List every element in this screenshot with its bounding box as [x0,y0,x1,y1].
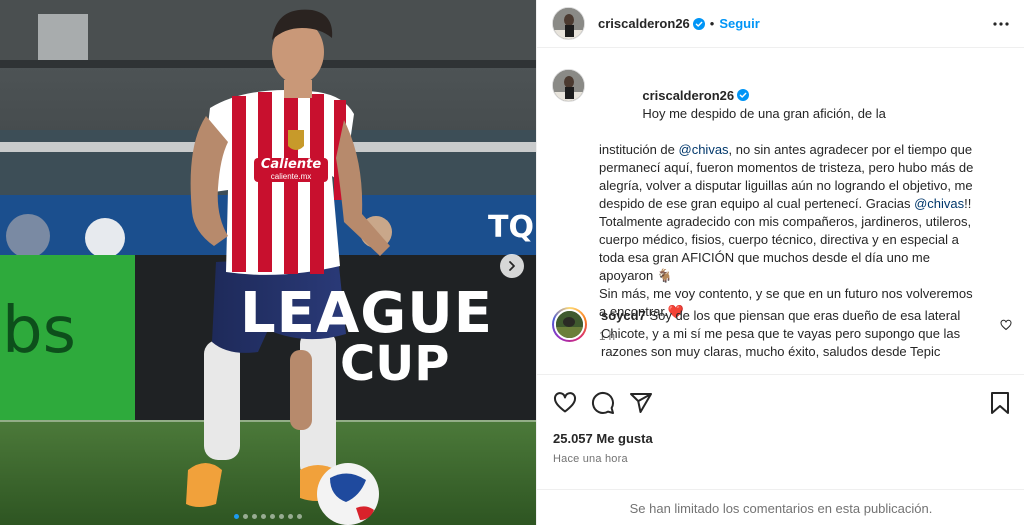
mention-chivas-link[interactable]: @chivas [679,142,729,157]
carousel-dot [297,514,302,519]
caption-line-5b: !! [964,196,972,211]
post-photo [0,0,536,525]
header-separator: • [709,16,715,31]
verified-badge-icon [737,89,750,101]
caption-line-6: Totalmente agradecido con mis compañeros… [599,214,972,229]
post-media[interactable]: Caliente caliente.mx LEAGUE CUP bs TQ [0,0,536,525]
action-icons [553,391,653,415]
caption-line-10: Sin más, me voy contento, y se que en un… [599,286,973,301]
comment-like-heart-icon[interactable] [1000,319,1012,331]
instagram-post-dialog: Caliente caliente.mx LEAGUE CUP bs TQ cr… [0,0,1024,525]
ad-board-left: bs [2,294,76,368]
ad-board-top: TQ [488,210,534,245]
avatar-image [553,8,584,39]
caption-username[interactable]: criscalderon26 [642,88,734,103]
like-heart-icon[interactable] [553,391,577,415]
comment-line-2: Chicote, y a mi sí me pesa que te vayas … [601,326,961,341]
ad-board-league: LEAGUE [240,281,493,346]
caption: criscalderon26 Hoy me despido de una gra… [552,69,1012,346]
carousel-dot [270,514,275,519]
avatar-image [556,311,583,338]
chevron-right-icon [509,261,515,271]
carousel-dot [261,514,266,519]
share-send-icon[interactable] [629,391,653,415]
avatar-image [553,70,584,101]
caption-line-2: institución de [599,142,679,157]
comment-text: soycd7 Soy de los que piensan que eras d… [601,307,981,361]
post-side-panel: criscalderon26 • Seguir criscalderon26 H… [536,0,1024,525]
post-timestamp[interactable]: Hace una hora [553,453,628,465]
comment-line-3: razones son muy claras, mucho éxito, sal… [601,344,941,359]
next-image-button[interactable] [500,254,524,278]
commenter-avatar-ring[interactable] [552,307,587,342]
author-username[interactable]: criscalderon26 [598,16,690,31]
carousel-dot [279,514,284,519]
caption-line-8: toda esa gran AFICIÓN que muchos desde e… [599,250,930,265]
caption-line-2b: , no sin antes agradecer por el tiempo q… [728,142,973,157]
carousel-dots [0,514,536,519]
author-avatar[interactable] [552,7,585,40]
comments-area[interactable]: criscalderon26 Hoy me despido de una gra… [537,49,1024,374]
verified-badge-icon [692,17,705,30]
likes-count[interactable]: 25.057 Me gusta [553,431,653,446]
jersey-sponsor-sub: caliente.mx [270,172,312,181]
comments-limited-notice: Se han limitado los comentarios en esta … [537,489,1024,525]
follow-button[interactable]: Seguir [719,16,759,31]
ad-board-cup: CUP [340,336,450,392]
carousel-dot [288,514,293,519]
caption-line-4: alegría, volver a disputar liguillas aún… [599,178,973,193]
caption-line-1: Hoy me despido de una gran afición, de l… [642,106,886,121]
carousel-dot-active [234,514,239,519]
post-header: criscalderon26 • Seguir [537,0,1024,48]
caption-line-7: cuerpo médico, fisios, cuerpo técnico, d… [599,232,959,247]
caption-line-3: permanecí aquí, fueron momentos de trist… [599,160,974,175]
commenter-username[interactable]: soycd7 [601,308,646,323]
commenter-avatar [554,309,585,340]
caption-line-5: despido de ese gran equipo al cual perte… [599,196,915,211]
comment-line-1: Soy de los que piensan que eras dueño de… [649,308,961,323]
mention-chivas-link-2[interactable]: @chivas [914,196,964,211]
post-actions: 25.057 Me gusta Hace una hora Se han lim… [537,374,1024,525]
caption-line-9: apoyaron 🐐 [599,268,674,283]
carousel-dot [252,514,257,519]
caption-text: criscalderon26 Hoy me despido de una gra… [599,69,1004,346]
more-options-icon[interactable] [993,18,1009,30]
comment-item: soycd7 Soy de los que piensan que eras d… [552,307,1012,361]
caption-author-avatar[interactable] [552,69,585,102]
comment-bubble-icon[interactable] [591,391,615,415]
jersey-sponsor: Caliente [260,157,322,172]
carousel-dot [243,514,248,519]
save-bookmark-icon[interactable] [989,391,1011,415]
